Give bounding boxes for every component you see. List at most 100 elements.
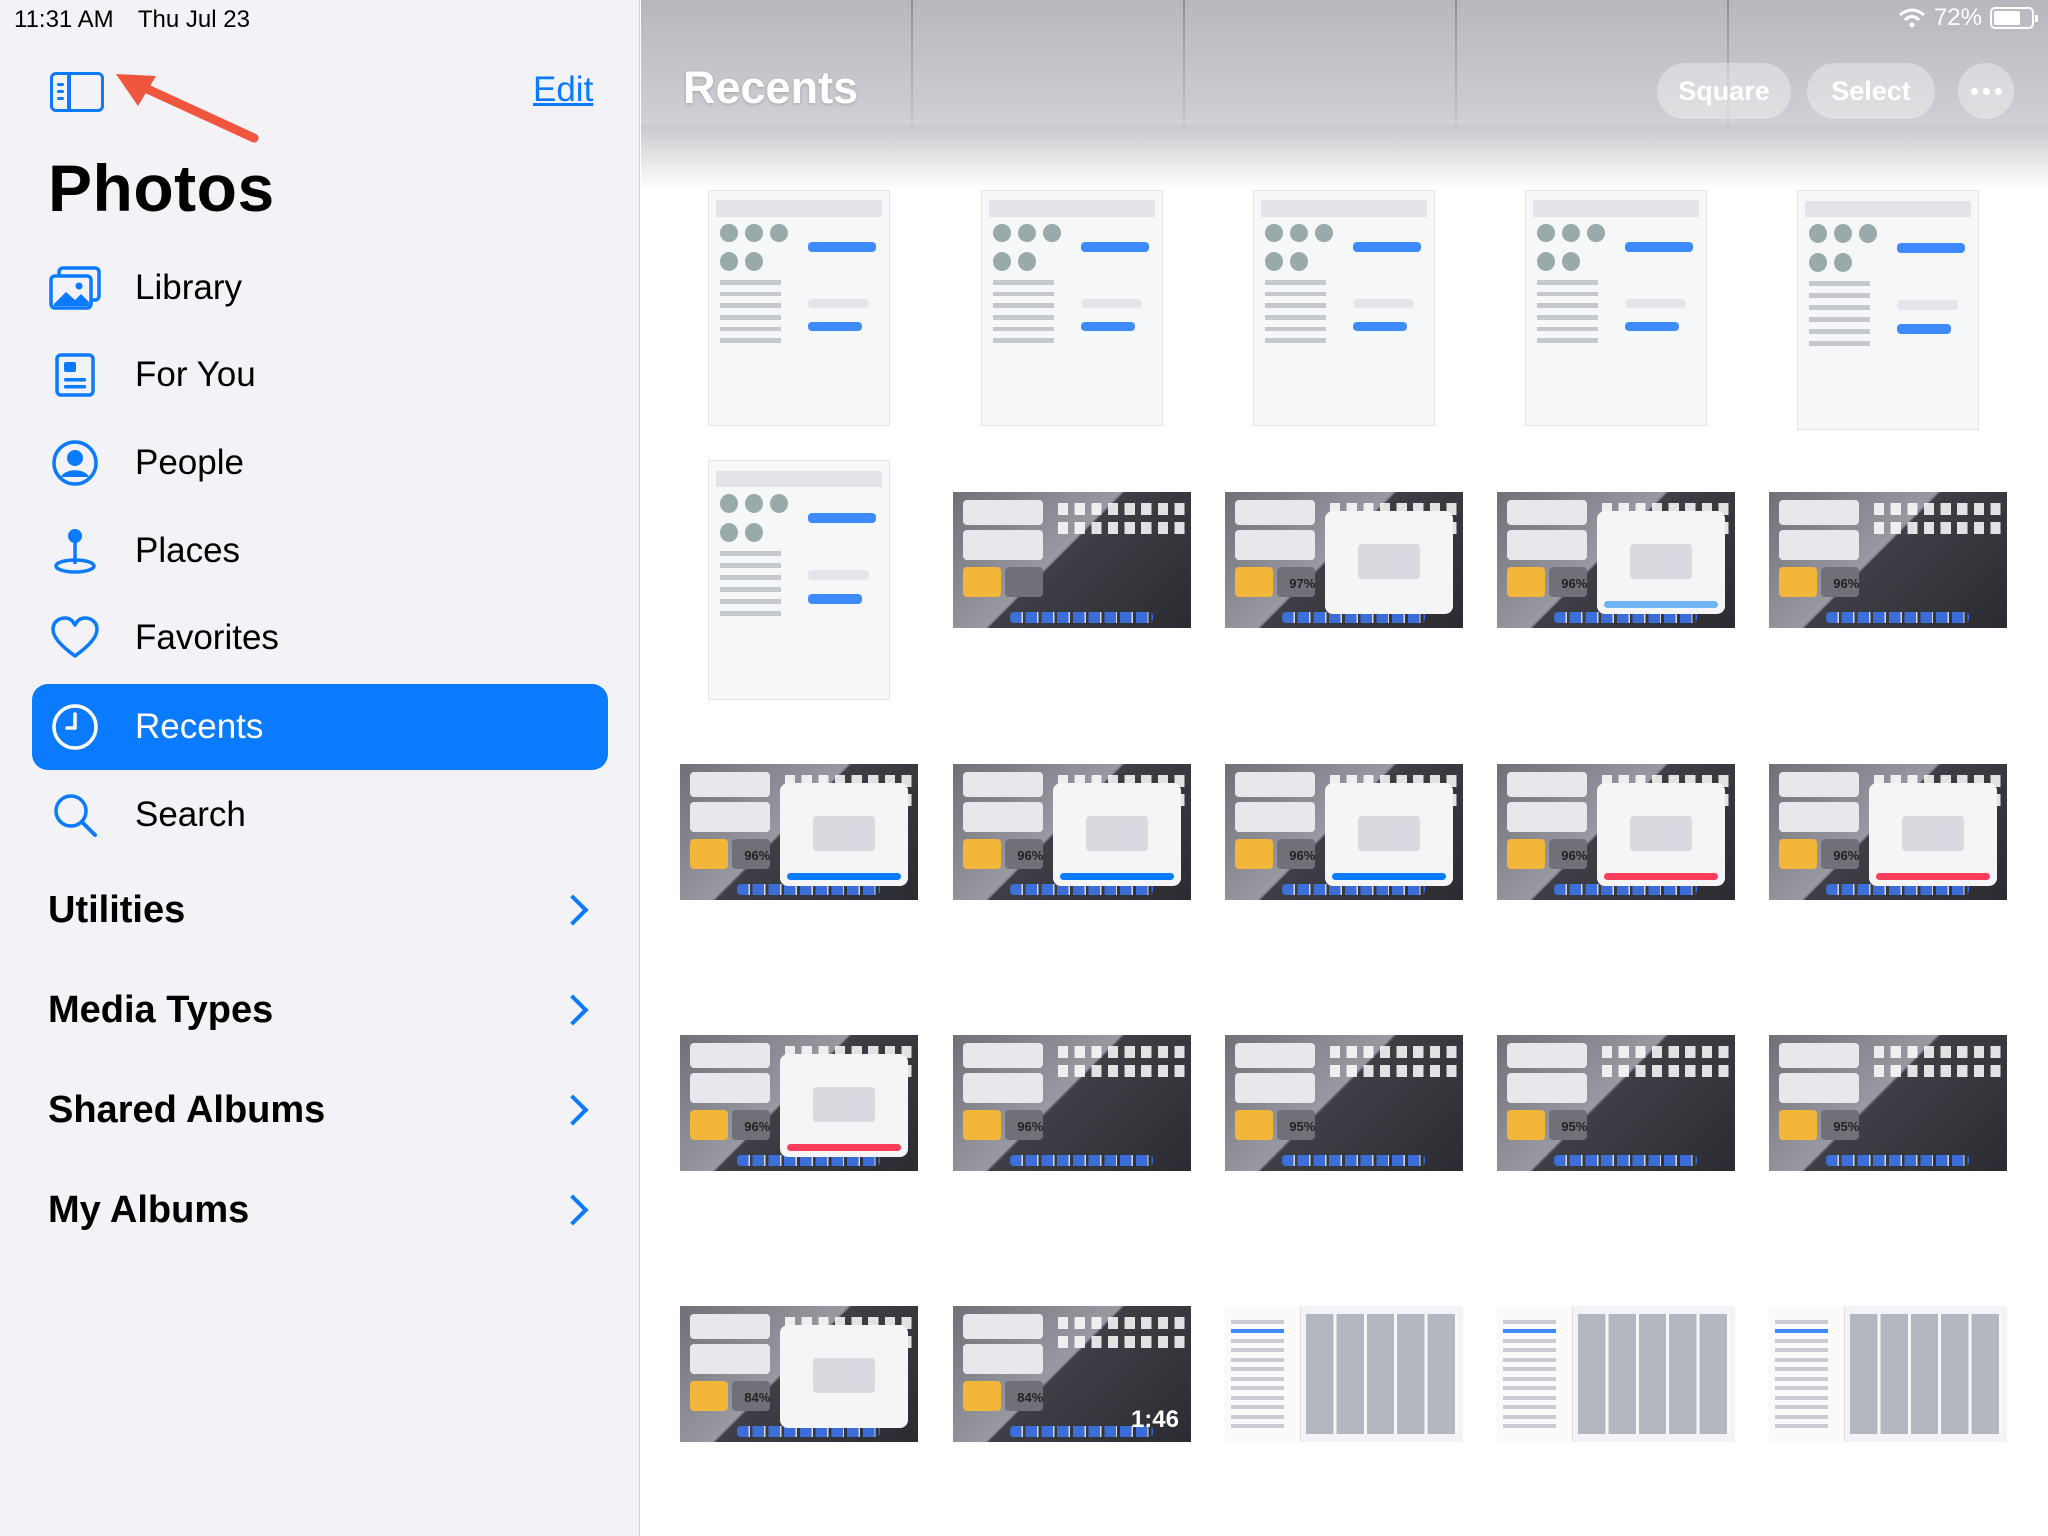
select-button[interactable]: Select	[1807, 63, 1935, 119]
sidebar-toggle-icon[interactable]	[50, 72, 104, 112]
thumb-sidebar-line	[1503, 1367, 1556, 1372]
thumb-bubble	[1081, 242, 1150, 252]
section-my-albums[interactable]: My Albums	[48, 1180, 596, 1240]
photo-thumbnail[interactable]	[1797, 190, 1979, 430]
photo-thumbnail[interactable]	[1497, 1306, 1735, 1442]
thumb-sidebar-line	[1775, 1405, 1828, 1410]
photo-thumbnail[interactable]	[953, 492, 1191, 628]
photo-thumbnail[interactable]: 96%	[680, 764, 918, 900]
thumb-panel-button	[1876, 872, 1991, 880]
thumb-sidebar-line	[1775, 1367, 1828, 1372]
thumb-icon-row	[1057, 521, 1187, 535]
thumb-line	[1808, 293, 1870, 299]
thumb-widget	[1778, 772, 1860, 797]
thumb-avatar	[1834, 252, 1852, 272]
thumb-icon-row	[1057, 1335, 1187, 1349]
thumb-line	[992, 291, 1054, 297]
photo-thumbnail[interactable]	[708, 190, 890, 426]
thumb-widget-yellow	[1506, 838, 1545, 869]
thumb-widget	[1234, 1043, 1316, 1068]
thumb-percent: 97%	[1289, 576, 1316, 592]
sidebar-item-favorites[interactable]: Favorites	[32, 595, 608, 681]
sidebar-item-library[interactable]: Library	[32, 245, 608, 331]
section-media-types[interactable]: Media Types	[48, 980, 596, 1040]
thumb-icon-row	[1057, 1064, 1187, 1078]
thumb-dock	[1826, 611, 1969, 623]
thumb-widget	[689, 1043, 771, 1068]
thumb-dock	[1826, 1154, 1969, 1166]
map-pin-icon	[47, 523, 103, 579]
thumb-dock	[1554, 1154, 1697, 1166]
chevron-right-icon	[557, 1194, 589, 1226]
status-bar-right: 72%	[1898, 4, 2048, 32]
photo-thumbnail[interactable]: 95%	[1225, 1035, 1463, 1171]
thumb-sidebar-line	[1503, 1357, 1556, 1362]
photo-thumbnail[interactable]: 84%	[680, 1306, 918, 1442]
thumb-line	[719, 303, 781, 308]
heart-icon	[47, 610, 103, 666]
photo-thumbnail[interactable]: 95%	[1497, 1035, 1735, 1171]
thumb-percent: 95%	[1561, 1119, 1588, 1135]
clock-icon	[47, 699, 103, 755]
thumb-header	[716, 470, 882, 488]
sidebar-item-label: Places	[135, 531, 241, 570]
photo-thumbnail[interactable]: 84% 1:46	[953, 1306, 1191, 1442]
thumb-widget	[689, 772, 771, 797]
more-options-button[interactable]	[1958, 63, 2014, 119]
thumb-widget-yellow	[1778, 838, 1817, 869]
photo-thumbnail[interactable]: 95%	[1769, 1035, 2007, 1171]
thumb-bubble	[808, 570, 870, 580]
thumb-avatar	[1264, 251, 1283, 271]
photo-thumbnail[interactable]: 96%	[680, 1035, 918, 1171]
search-icon	[47, 787, 103, 843]
thumb-line	[719, 338, 781, 344]
thumb-line	[719, 563, 781, 569]
photo-thumbnail[interactable]	[1525, 190, 1707, 426]
photo-thumbnail[interactable]	[1769, 1306, 2007, 1442]
photo-thumbnail[interactable]: 96%	[1497, 764, 1735, 900]
status-bar-left: 11:31 AM Thu Jul 23	[14, 6, 268, 34]
section-label: My Albums	[48, 1188, 250, 1231]
thumb-dock	[1010, 611, 1153, 623]
photo-thumbnail[interactable]: 96%	[953, 764, 1191, 900]
thumb-bubble	[1625, 242, 1694, 252]
photo-thumbnail[interactable]	[1253, 190, 1435, 426]
photo-thumbnail[interactable]: 96%	[953, 1035, 1191, 1171]
thumb-sidebar-line	[1775, 1338, 1828, 1343]
thumb-widget	[1005, 566, 1044, 597]
photo-thumbnail[interactable]	[981, 190, 1163, 426]
section-utilities[interactable]: Utilities	[48, 880, 596, 940]
thumb-sidebar-line	[1503, 1395, 1556, 1400]
thumb-panel-content	[813, 815, 876, 852]
sidebar-item-label: Library	[135, 268, 242, 307]
thumb-widget-yellow	[1234, 566, 1273, 597]
sidebar-item-recents[interactable]: Recents	[32, 684, 608, 770]
photo-thumbnail[interactable]: 96%	[1769, 764, 2007, 900]
photo-thumbnail[interactable]	[1225, 1306, 1463, 1442]
thumb-sidebar-line	[1503, 1319, 1556, 1324]
thumb-sidebar	[1769, 1306, 1846, 1442]
thumb-widget	[962, 1073, 1044, 1103]
sidebar-item-people[interactable]: People	[32, 420, 608, 506]
sidebar: 11:31 AM Thu Jul 23 Edit Photos Library …	[0, 0, 640, 1536]
thumb-line	[719, 326, 781, 332]
photo-thumbnail[interactable]: 96%	[1769, 492, 2007, 628]
thumb-icon-row	[1873, 1064, 2003, 1078]
thumb-avatar	[1808, 252, 1827, 272]
sidebar-item-label: Search	[135, 795, 246, 834]
thumb-widget-yellow	[1506, 566, 1545, 597]
square-button[interactable]: Square	[1657, 63, 1791, 119]
sidebar-item-places[interactable]: Places	[32, 508, 608, 594]
thumb-icon-row	[1329, 1064, 1459, 1078]
thumb-sidebar-line	[1775, 1414, 1828, 1419]
photo-thumbnail[interactable]: 96%	[1497, 492, 1735, 628]
thumb-widget-yellow	[1234, 838, 1273, 869]
thumb-line	[1536, 303, 1598, 308]
section-shared-albums[interactable]: Shared Albums	[48, 1080, 596, 1140]
sidebar-item-search[interactable]: Search	[32, 772, 608, 858]
photo-thumbnail[interactable]	[708, 460, 890, 700]
edit-button[interactable]: Edit	[533, 70, 593, 110]
photo-thumbnail[interactable]: 97%	[1225, 492, 1463, 628]
sidebar-item-for-you[interactable]: For You	[32, 332, 608, 418]
photo-thumbnail[interactable]: 96%	[1225, 764, 1463, 900]
